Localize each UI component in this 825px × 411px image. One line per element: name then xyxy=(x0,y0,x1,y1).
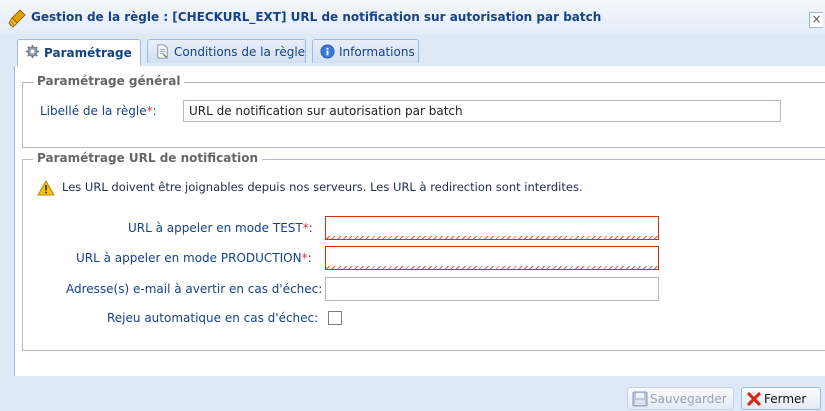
rule-dialog: Gestion de la règle : [CHECKURL_EXT] URL… xyxy=(0,0,825,411)
title-bar[interactable]: Gestion de la règle : [CHECKURL_EXT] URL… xyxy=(0,0,825,35)
warning-icon xyxy=(37,180,55,196)
save-button[interactable]: Sauvegarder xyxy=(627,387,734,410)
document-icon xyxy=(157,44,168,59)
info-icon xyxy=(320,44,335,59)
retry-checkbox[interactable] xyxy=(328,311,342,325)
tab-label: Conditions de la règle xyxy=(174,44,306,59)
save-icon xyxy=(632,391,648,407)
test-url-label: URL à appeler en mode TEST*: xyxy=(128,221,313,235)
email-label: Adresse(s) e-mail à avertir en cas d'éch… xyxy=(66,282,323,296)
test-url-input[interactable] xyxy=(325,216,659,240)
label-colon: : xyxy=(152,104,157,118)
production-url-label: URL à appeler en mode PRODUCTION*: xyxy=(76,251,312,265)
save-label: Sauvegarder xyxy=(650,391,727,406)
production-url-label-text: URL à appeler en mode PRODUCTION xyxy=(76,251,302,265)
gear-icon xyxy=(25,44,40,59)
test-url-label-text: URL à appeler en mode TEST xyxy=(128,221,303,235)
tab-informations[interactable]: Informations xyxy=(312,39,419,63)
tab-parametrage[interactable]: Paramétrage xyxy=(17,39,141,66)
cross-icon xyxy=(747,392,761,406)
label-colon: : xyxy=(307,251,312,265)
retry-label: Rejeu automatique en cas d'échec: xyxy=(107,311,319,325)
close-icon[interactable]: × xyxy=(809,12,823,28)
notification-legend: Paramétrage URL de notification xyxy=(33,151,262,165)
general-legend: Paramétrage général xyxy=(33,74,185,88)
rule-label-text: Libellé de la règle xyxy=(40,104,147,118)
tab-conditions[interactable]: Conditions de la règle xyxy=(147,39,306,63)
tab-label: Informations xyxy=(339,44,415,59)
rule-label-input[interactable] xyxy=(183,100,781,122)
warning-message: Les URL doivent être joignables depuis n… xyxy=(62,180,583,194)
production-url-input[interactable] xyxy=(325,246,659,270)
label-colon: : xyxy=(308,221,313,235)
rule-label: Libellé de la règle*: xyxy=(40,104,157,118)
close-button[interactable]: Fermer xyxy=(741,387,821,410)
email-input[interactable] xyxy=(325,277,659,301)
tab-label: Paramétrage xyxy=(44,46,132,60)
close-label: Fermer xyxy=(764,391,807,406)
dialog-title: Gestion de la règle : [CHECKURL_EXT] URL… xyxy=(31,10,602,24)
broom-icon xyxy=(8,9,26,28)
